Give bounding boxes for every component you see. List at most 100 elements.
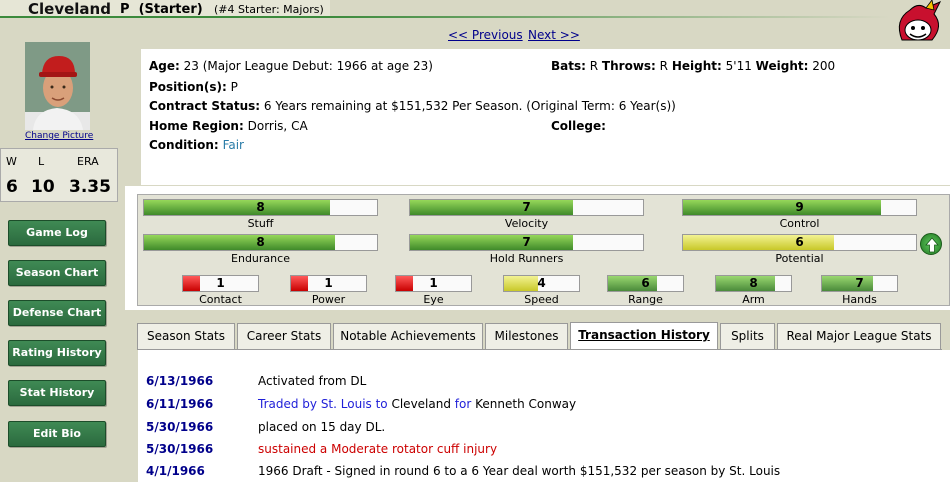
region-label: Home Region: bbox=[149, 119, 244, 133]
rating-label-speed: Speed bbox=[524, 293, 559, 306]
position-label: P bbox=[120, 2, 130, 17]
tab-transaction-history[interactable]: Transaction History bbox=[570, 322, 718, 350]
rating-bar-hold-runners: 7 bbox=[409, 234, 644, 251]
tab-career-stats[interactable]: Career Stats bbox=[237, 323, 331, 349]
team-logo-icon bbox=[898, 0, 942, 41]
weight-value: 200 bbox=[812, 59, 836, 73]
rating-label-contact: Contact bbox=[199, 293, 242, 306]
header: Cleveland P (Starter) (#4 Starter: Major… bbox=[0, 0, 950, 20]
defense-chart-button[interactable]: Defense Chart bbox=[8, 300, 106, 326]
rating-value-hold-runners: 7 bbox=[522, 235, 531, 249]
throws-value: R bbox=[659, 59, 669, 73]
physical-line: Bats: R Throws: R Height: 5'11 Weight: 2… bbox=[551, 59, 835, 73]
rating-value-arm: 8 bbox=[749, 276, 758, 290]
rating-bar-hands: 7 bbox=[821, 275, 898, 292]
college-line: College: bbox=[551, 119, 606, 133]
rating-label-control: Control bbox=[779, 217, 820, 230]
age-line: Age: 23 (Major League Debut: 1966 at age… bbox=[149, 59, 433, 73]
region-line: Home Region: Dorris, CA bbox=[149, 119, 308, 133]
rating-bar-velocity: 7 bbox=[409, 199, 644, 216]
transaction-text: placed on 15 day DL. bbox=[258, 420, 386, 434]
rating-bar-potential: 6 bbox=[682, 234, 917, 251]
rating-value-velocity: 7 bbox=[522, 200, 531, 214]
rating-bar-contact: 1 bbox=[182, 275, 259, 292]
rating-label-arm: Arm bbox=[742, 293, 765, 306]
role-label: (Starter) bbox=[138, 2, 203, 17]
designation-label: (#4 Starter: Majors) bbox=[214, 3, 324, 16]
player-info-panel: Age: 23 (Major League Debut: 1966 at age… bbox=[141, 49, 950, 185]
rating-history-button[interactable]: Rating History bbox=[8, 340, 106, 366]
rating-value-control: 9 bbox=[795, 200, 804, 214]
throws-label: Throws: bbox=[601, 59, 656, 73]
rating-value-potential: 6 bbox=[795, 235, 804, 249]
tab-notable-achievements[interactable]: Notable Achievements bbox=[333, 323, 483, 349]
height-label: Height: bbox=[671, 59, 722, 73]
rating-bar-range: 6 bbox=[607, 275, 684, 292]
condition-label: Condition: bbox=[149, 138, 219, 152]
rating-value-endurance: 8 bbox=[256, 235, 265, 249]
rating-bar-arm: 8 bbox=[715, 275, 792, 292]
transaction-injury-text: sustained a Moderate rotator cuff injury bbox=[258, 442, 498, 456]
rating-value-contact: 1 bbox=[216, 276, 225, 290]
rating-value-power: 1 bbox=[324, 276, 333, 290]
tab-milestones[interactable]: Milestones bbox=[485, 323, 568, 349]
trade-for-label: for bbox=[454, 397, 472, 411]
previous-link[interactable]: << Previous bbox=[448, 28, 523, 42]
transaction-text: 1966 Draft - Signed in round 6 to a 6 Ye… bbox=[258, 464, 781, 478]
transaction-date: 5/30/1966 bbox=[146, 420, 214, 434]
trade-from-link[interactable]: Traded by St. Louis to bbox=[258, 397, 388, 411]
rating-value-range: 6 bbox=[641, 276, 650, 290]
wins-header: W bbox=[6, 155, 17, 168]
era-header: ERA bbox=[77, 155, 99, 168]
era-value: 3.35 bbox=[69, 177, 111, 197]
rating-label-hold-runners: Hold Runners bbox=[489, 252, 564, 265]
rating-value-stuff: 8 bbox=[256, 200, 265, 214]
positions-value: P bbox=[230, 80, 238, 94]
transaction-date: 6/11/1966 bbox=[146, 397, 214, 411]
next-link[interactable]: Next >> bbox=[528, 28, 580, 42]
potential-up-arrow-icon bbox=[920, 233, 942, 255]
rating-label-power: Power bbox=[311, 293, 346, 306]
region-value: Dorris, CA bbox=[247, 119, 308, 133]
rating-value-eye: 1 bbox=[429, 276, 438, 290]
positions-label: Position(s): bbox=[149, 80, 227, 94]
contract-line: Contract Status: 6 Years remaining at $1… bbox=[149, 99, 676, 113]
player-portrait-icon bbox=[25, 42, 90, 130]
condition-value: Fair bbox=[222, 138, 244, 152]
bats-value: R bbox=[589, 59, 599, 73]
rating-label-potential: Potential bbox=[775, 252, 824, 265]
rating-bar-endurance: 8 bbox=[143, 234, 378, 251]
change-picture-link[interactable]: Change Picture bbox=[25, 131, 93, 141]
transaction-date: 5/30/1966 bbox=[146, 442, 214, 456]
pitching-summary: W L ERA 6 10 3.35 bbox=[0, 148, 118, 202]
team-name: Cleveland bbox=[28, 0, 111, 18]
rating-label-stuff: Stuff bbox=[247, 217, 274, 230]
player-photo bbox=[25, 42, 90, 130]
condition-line: Condition: Fair bbox=[149, 138, 244, 152]
stat-history-button[interactable]: Stat History bbox=[8, 380, 106, 406]
losses-header: L bbox=[38, 155, 45, 168]
game-log-button[interactable]: Game Log bbox=[8, 220, 106, 246]
weight-label: Weight: bbox=[755, 59, 809, 73]
rating-bar-eye: 1 bbox=[395, 275, 472, 292]
position-role: P (Starter) bbox=[120, 2, 203, 17]
rating-value-speed: 4 bbox=[537, 276, 546, 290]
wins-value: 6 bbox=[6, 177, 18, 197]
transaction-date: 6/13/1966 bbox=[146, 374, 214, 388]
rating-value-hands: 7 bbox=[855, 276, 864, 290]
header-divider bbox=[330, 16, 890, 18]
trade-player: Kenneth Conway bbox=[475, 397, 577, 411]
trade-team: Cleveland bbox=[391, 397, 451, 411]
transaction-text: Activated from DL bbox=[258, 374, 367, 388]
rating-bar-control: 9 bbox=[682, 199, 917, 216]
tab-real-major-league-stats[interactable]: Real Major League Stats bbox=[777, 323, 941, 349]
age-value: 23 (Major League Debut: 1966 at age 23) bbox=[183, 59, 433, 73]
tab-season-stats[interactable]: Season Stats bbox=[137, 323, 235, 349]
rating-label-range: Range bbox=[628, 293, 663, 306]
tab-splits[interactable]: Splits bbox=[720, 323, 775, 349]
rating-label-velocity: Velocity bbox=[504, 217, 549, 230]
contract-value: 6 Years remaining at $151,532 Per Season… bbox=[263, 99, 676, 113]
season-chart-button[interactable]: Season Chart bbox=[8, 260, 106, 286]
rating-bar-power: 1 bbox=[290, 275, 367, 292]
edit-bio-button[interactable]: Edit Bio bbox=[8, 421, 106, 447]
